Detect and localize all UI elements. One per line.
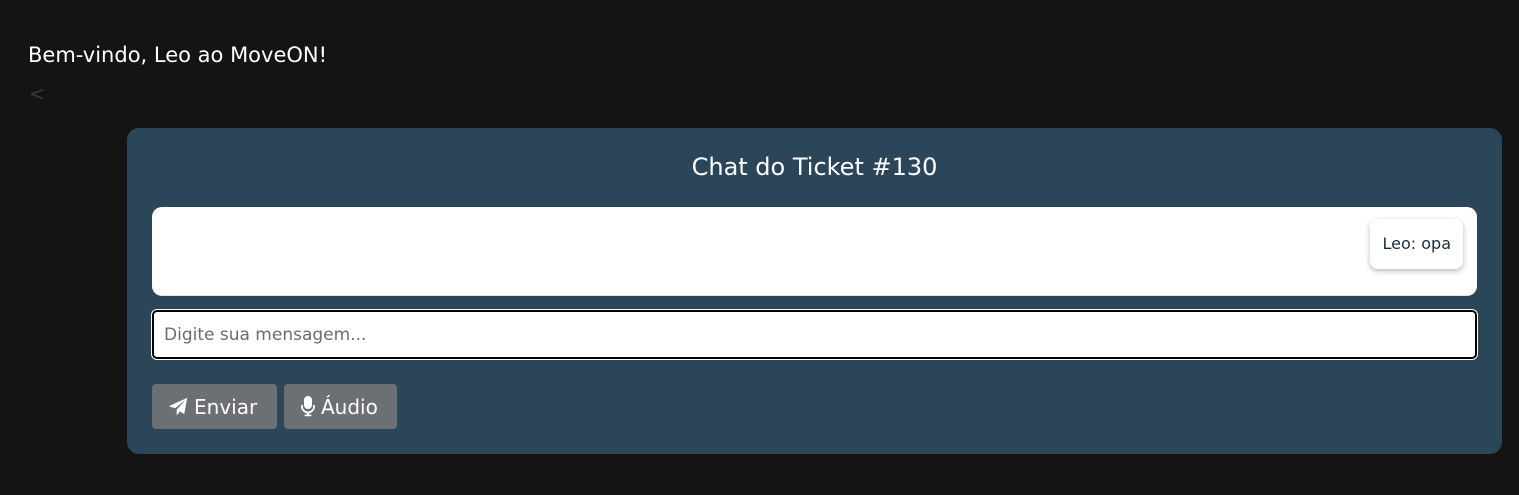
back-button[interactable]: <: [29, 82, 45, 106]
page: Bem-vindo, Leo ao MoveON! < Chat do Tick…: [0, 0, 1519, 495]
microphone-icon: [301, 396, 315, 417]
audio-button[interactable]: Áudio: [284, 384, 397, 429]
message-list[interactable]: Leo: opa: [152, 207, 1477, 296]
send-button[interactable]: Enviar: [152, 384, 277, 429]
message-bubble: Leo: opa: [1369, 219, 1463, 269]
paper-plane-icon: [168, 397, 188, 417]
chat-panel: Chat do Ticket #130 Leo: opa Enviar: [127, 128, 1502, 454]
message-input[interactable]: [151, 309, 1478, 360]
chat-title: Chat do Ticket #130: [691, 153, 938, 181]
send-button-label: Enviar: [194, 394, 258, 419]
audio-button-label: Áudio: [321, 394, 378, 419]
welcome-message: Bem-vindo, Leo ao MoveON!: [28, 43, 328, 67]
